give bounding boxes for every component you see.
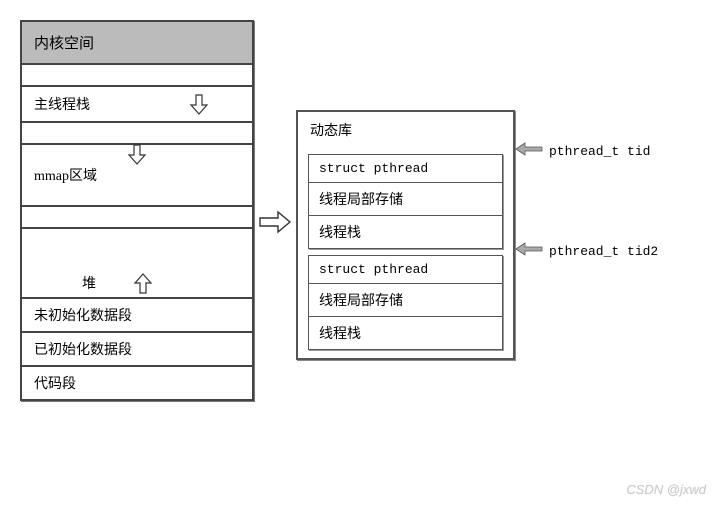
arrow-left-icon (515, 242, 543, 261)
main-thread-stack-row: 主线程栈 (22, 87, 252, 123)
mmap-region-row: mmap区域 (22, 145, 252, 207)
thread-local-storage-row: 线程局部存储 (309, 284, 502, 317)
gap-row (22, 65, 252, 87)
tid2-pointer: pthread_t tid2 (515, 242, 658, 261)
thread-block: struct pthread 线程局部存储 线程栈 (308, 255, 503, 350)
gap-row (22, 123, 252, 145)
process-memory-layout: 内核空间 主线程栈 mmap区域 堆 未初始化数据段 已初始化数据段 (20, 20, 254, 401)
mmap-region-label: mmap区域 (34, 165, 252, 185)
thread-blocks-container: struct pthread 线程局部存储 线程栈 struct pthread… (298, 148, 513, 358)
data-segment-row: 已初始化数据段 (22, 333, 252, 367)
data-segment-label: 已初始化数据段 (34, 339, 132, 359)
arrow-right-icon (258, 210, 292, 239)
arrow-down-icon (126, 143, 148, 165)
dynamic-library-label: 动态库 (310, 124, 352, 139)
arrow-left-icon (515, 142, 543, 161)
kernel-space-row: 内核空间 (22, 22, 252, 65)
tid1-label: pthread_t tid (549, 144, 650, 159)
thread-local-storage-row: 线程局部存储 (309, 183, 502, 216)
dynamic-library-header: 动态库 (298, 112, 513, 148)
tid1-pointer: pthread_t tid (515, 142, 650, 161)
watermark: CSDN @jxwd (626, 482, 706, 497)
dynamic-library-box: 动态库 struct pthread 线程局部存储 线程栈 struct pth… (296, 110, 515, 360)
kernel-space-label: 内核空间 (34, 36, 94, 52)
thread-stack-row: 线程栈 (309, 317, 502, 349)
arrow-down-icon (188, 93, 210, 115)
heap-row: 堆 (22, 229, 252, 299)
thread-block: struct pthread 线程局部存储 线程栈 (308, 154, 503, 249)
text-segment-label: 代码段 (34, 373, 76, 393)
heap-label: 堆 (82, 273, 96, 293)
struct-pthread-row: struct pthread (309, 155, 502, 183)
arrow-up-icon (132, 273, 154, 295)
bss-row: 未初始化数据段 (22, 299, 252, 333)
bss-label: 未初始化数据段 (34, 305, 132, 325)
struct-pthread-row: struct pthread (309, 256, 502, 284)
text-segment-row: 代码段 (22, 367, 252, 399)
tid2-label: pthread_t tid2 (549, 244, 658, 259)
gap-row (22, 207, 252, 229)
main-thread-stack-label: 主线程栈 (34, 94, 90, 114)
thread-stack-row: 线程栈 (309, 216, 502, 248)
